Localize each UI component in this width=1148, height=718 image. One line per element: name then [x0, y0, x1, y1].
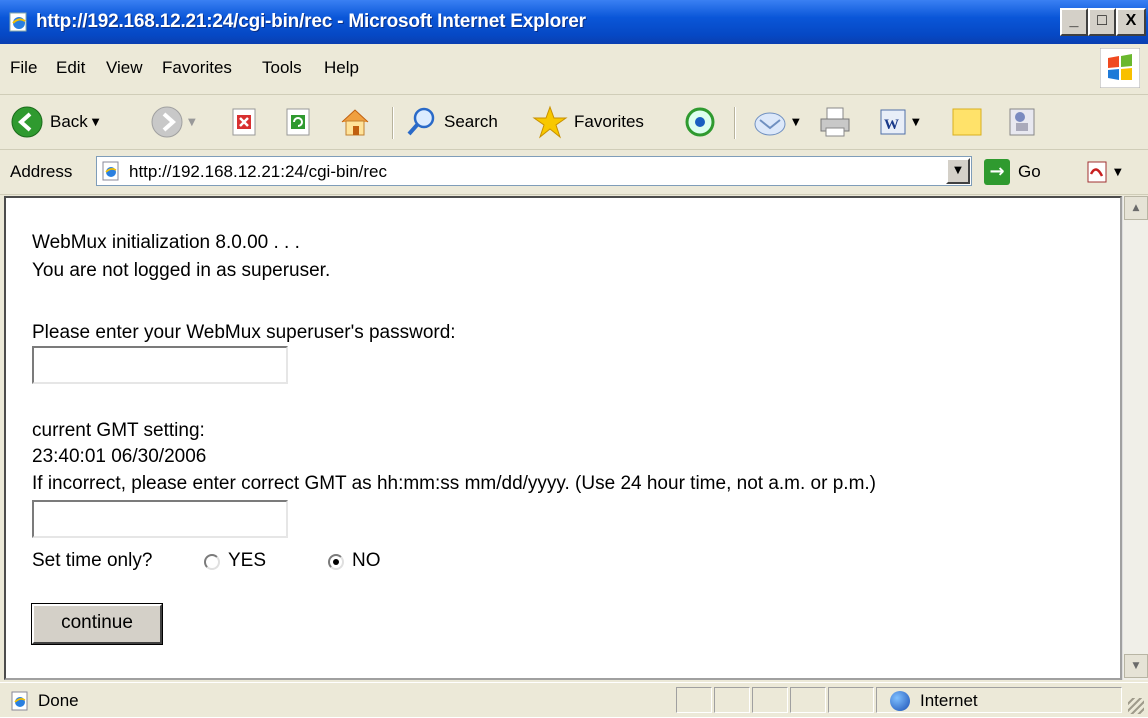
- search-button[interactable]: Search: [404, 95, 498, 149]
- home-button[interactable]: [338, 95, 372, 149]
- address-dropdown-button[interactable]: ▼: [946, 158, 970, 184]
- minimize-button[interactable]: _: [1060, 8, 1088, 36]
- password-prompt: Please enter your WebMux superuser's pas…: [32, 322, 456, 343]
- status-bar: Done Internet: [0, 682, 1148, 718]
- stop-icon: [232, 108, 256, 136]
- menu-file[interactable]: File: [10, 58, 37, 78]
- address-label: Address: [10, 162, 73, 181]
- edit-button[interactable]: W ▼: [878, 95, 920, 149]
- back-label: Back: [50, 112, 88, 131]
- continue-button[interactable]: continue: [32, 604, 162, 644]
- gmt-input[interactable]: [32, 500, 288, 538]
- title-bar[interactable]: http://192.168.12.21:24/cgi-bin/rec - Mi…: [0, 0, 1148, 44]
- vertical-scrollbar[interactable]: ▲ ▼: [1122, 196, 1148, 680]
- chevron-down-icon[interactable]: ▼: [92, 117, 100, 128]
- radio-yes[interactable]: [204, 554, 220, 570]
- media-icon: [685, 107, 715, 137]
- status-pane: [828, 687, 874, 713]
- windows-logo-icon: [1100, 48, 1140, 88]
- menu-favorites[interactable]: Favorites: [162, 58, 232, 78]
- gmt-heading: current GMT setting:: [32, 420, 205, 441]
- zone-text: Internet: [920, 691, 978, 710]
- chevron-down-icon[interactable]: ▼: [912, 117, 920, 128]
- favorites-label: Favorites: [574, 112, 644, 131]
- star-icon: [532, 105, 568, 139]
- status-text: Done: [38, 691, 79, 710]
- discuss-button[interactable]: [950, 95, 984, 149]
- search-icon: [407, 107, 435, 136]
- refresh-icon: [286, 108, 310, 136]
- maximize-button[interactable]: □: [1088, 8, 1116, 36]
- page-icon: [102, 161, 119, 181]
- scroll-up-button[interactable]: ▲: [1124, 196, 1148, 220]
- menu-help[interactable]: Help: [324, 58, 359, 78]
- gmt-instructions: If incorrect, please enter correct GMT a…: [32, 473, 876, 494]
- browser-window: http://192.168.12.21:24/cgi-bin/rec - Mi…: [0, 0, 1148, 717]
- svg-text:W: W: [884, 117, 899, 133]
- menu-bar: File Edit View Favorites Tools Help: [0, 44, 1148, 95]
- chevron-down-icon[interactable]: ▼: [188, 117, 196, 128]
- pdf-convert-button[interactable]: ▼: [1086, 160, 1122, 184]
- word-icon: W: [880, 109, 906, 135]
- forward-arrow-icon: [151, 106, 183, 138]
- address-bar: Address http://192.168.12.21:24/cgi-bin/…: [0, 150, 1148, 195]
- toolbar-separator: [734, 107, 736, 139]
- status-pane: [714, 687, 750, 713]
- menu-edit[interactable]: Edit: [56, 58, 85, 78]
- zone-pane: [876, 687, 1122, 713]
- radio-no[interactable]: [328, 554, 344, 570]
- window-title: http://192.168.12.21:24/cgi-bin/rec - Mi…: [36, 11, 586, 32]
- toolbar-separator: [392, 107, 394, 139]
- page-content: WebMux initialization 8.0.00 . . . You a…: [4, 196, 1122, 680]
- radio-no-label: NO: [352, 550, 381, 571]
- menu-view[interactable]: View: [106, 58, 143, 78]
- resize-grip[interactable]: [1128, 698, 1144, 714]
- refresh-button[interactable]: [284, 95, 314, 149]
- internet-zone-icon: [890, 691, 910, 711]
- printer-icon: [820, 107, 850, 137]
- stop-button[interactable]: [230, 95, 260, 149]
- messenger-button[interactable]: [1006, 95, 1040, 149]
- back-arrow-icon: [11, 106, 43, 138]
- address-input[interactable]: http://192.168.12.21:24/cgi-bin/rec ▼: [96, 156, 972, 186]
- toolbar: Back ▼ ▼ Search Favorites ▼ W ▼: [0, 95, 1148, 150]
- menu-tools[interactable]: Tools: [262, 58, 302, 78]
- media-button[interactable]: [684, 95, 716, 149]
- status-pane: [676, 687, 712, 713]
- page-done-icon: [11, 691, 28, 711]
- chevron-down-icon[interactable]: ▼: [792, 117, 800, 128]
- gmt-current-value: 23:40:01 06/30/2006: [32, 446, 207, 467]
- mail-button[interactable]: ▼: [752, 95, 800, 149]
- favorites-button[interactable]: Favorites: [532, 95, 644, 149]
- chevron-down-icon[interactable]: ▼: [1114, 167, 1122, 178]
- init-message: WebMux initialization 8.0.00 . . .: [32, 232, 300, 253]
- research-icon: [1009, 108, 1035, 136]
- address-url: http://192.168.12.21:24/cgi-bin/rec: [129, 162, 388, 181]
- search-label: Search: [444, 112, 498, 131]
- forward-button[interactable]: ▼: [150, 95, 196, 149]
- go-label: Go: [1018, 162, 1041, 181]
- set-time-label: Set time only?: [32, 550, 153, 571]
- pdf-icon: [1087, 161, 1107, 183]
- status-pane: [790, 687, 826, 713]
- go-arrow-icon: →: [984, 159, 1010, 185]
- go-button[interactable]: → Go: [984, 158, 1041, 186]
- close-button[interactable]: X: [1116, 8, 1146, 36]
- password-input[interactable]: [32, 346, 288, 384]
- print-button[interactable]: [818, 95, 854, 149]
- login-status: You are not logged in as superuser.: [32, 260, 331, 281]
- home-icon: [341, 109, 369, 136]
- radio-yes-label: YES: [228, 550, 267, 571]
- status-pane: [752, 687, 788, 713]
- mail-icon: [754, 112, 786, 136]
- ie-page-icon: [9, 12, 27, 32]
- sticky-note-icon: [952, 108, 982, 136]
- scroll-down-button[interactable]: ▼: [1124, 654, 1148, 678]
- back-button[interactable]: Back ▼: [10, 95, 100, 149]
